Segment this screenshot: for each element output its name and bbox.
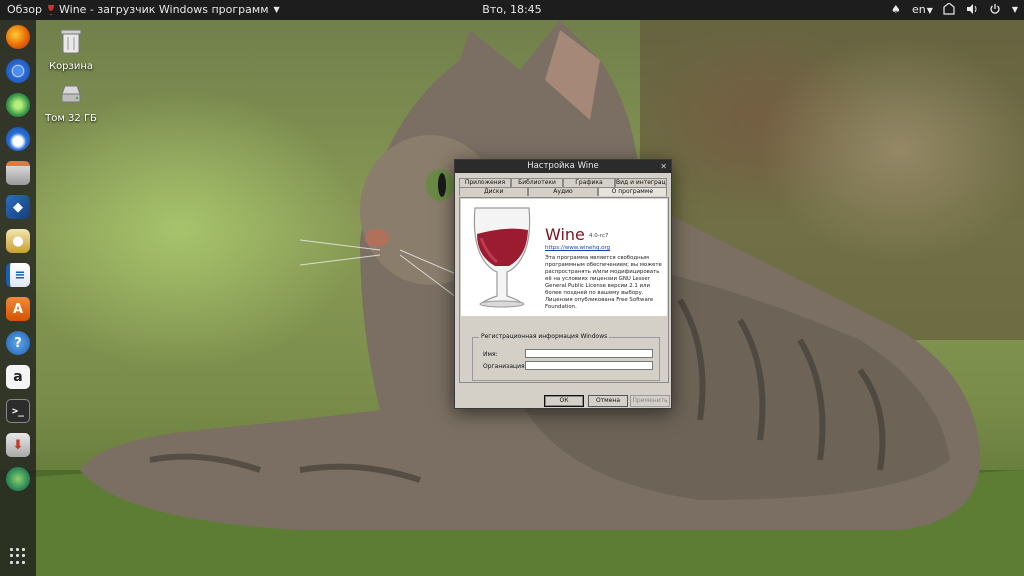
app-menu[interactable]: Wine - загрузчик Windows программ ▼ bbox=[47, 3, 280, 16]
dock: ◆ ● ≡ A ? a >_ ⬇ bbox=[0, 20, 36, 576]
tab-libraries[interactable]: Библиотеки bbox=[511, 178, 563, 187]
website-link[interactable]: https://www.winehq.org bbox=[545, 245, 610, 251]
top-panel: Обзор Wine - загрузчик Windows программ … bbox=[0, 0, 1024, 20]
dock-item-firefox[interactable] bbox=[4, 23, 32, 51]
dock-item-thunderbird[interactable] bbox=[4, 125, 32, 153]
close-icon[interactable]: ✕ bbox=[660, 160, 667, 173]
license-text: Эта программа является свободным програм… bbox=[545, 255, 662, 310]
tab-row-bottom: Диски Аудио О программе bbox=[459, 187, 667, 196]
app-version: 4.0-rc7 bbox=[589, 233, 609, 239]
owner-input[interactable] bbox=[525, 349, 653, 358]
virtualbox-icon: ◆ bbox=[6, 195, 30, 219]
tab-applications[interactable]: Приложения bbox=[459, 178, 511, 187]
power-icon[interactable] bbox=[988, 2, 1002, 16]
apply-button[interactable]: Применить bbox=[630, 395, 670, 407]
dock-item-help[interactable]: ? bbox=[4, 329, 32, 357]
dock-item-software[interactable]: A bbox=[4, 295, 32, 323]
desktop-icon-drive[interactable]: Том 32 ГБ bbox=[41, 80, 101, 124]
app-name: Wine bbox=[545, 225, 585, 244]
organization-input[interactable] bbox=[525, 361, 653, 370]
tab-row-top: Приложения Библиотеки Графика Вид и инте… bbox=[459, 178, 667, 187]
desktop-icon-label: Корзина bbox=[48, 61, 94, 72]
registration-legend: Регистрационная информация Windows bbox=[479, 333, 610, 340]
dock-item-rhythmbox[interactable]: ● bbox=[4, 227, 32, 255]
tab-graphics[interactable]: Графика bbox=[563, 178, 615, 187]
show-applications-button[interactable] bbox=[10, 548, 26, 564]
desktop-icon-trash[interactable]: Корзина bbox=[41, 28, 101, 72]
dialog-titlebar[interactable]: Настройка Wine ✕ bbox=[455, 160, 671, 173]
thunderbird-icon bbox=[6, 127, 30, 151]
chromium-icon bbox=[6, 59, 30, 83]
software-center-icon: A bbox=[6, 297, 30, 321]
chevron-down-icon: ▼ bbox=[273, 5, 280, 14]
writer-icon: ≡ bbox=[6, 263, 30, 287]
firefox-icon bbox=[6, 25, 30, 49]
atom-icon bbox=[6, 93, 30, 117]
volume-icon[interactable] bbox=[965, 2, 979, 16]
dock-item-virtualbox[interactable]: ◆ bbox=[4, 193, 32, 221]
chevron-down-icon: ▼ bbox=[926, 5, 933, 15]
wine-glass-icon bbox=[48, 4, 54, 15]
chevron-down-icon[interactable]: ▼ bbox=[1012, 5, 1018, 14]
wine-config-dialog: Настройка Wine ✕ Приложения Библиотеки Г… bbox=[454, 159, 672, 409]
cancel-button[interactable]: Отмена bbox=[588, 395, 628, 407]
dock-item-writer[interactable]: ≡ bbox=[4, 261, 32, 289]
amazon-icon: a bbox=[6, 365, 30, 389]
terminal-icon: >_ bbox=[6, 399, 30, 423]
installer-icon: ⬇ bbox=[6, 433, 30, 457]
dock-item-terminal[interactable]: >_ bbox=[4, 397, 32, 425]
dock-item-atom[interactable] bbox=[4, 91, 32, 119]
activities-button[interactable]: Обзор bbox=[7, 3, 42, 16]
tab-drives[interactable]: Диски bbox=[459, 187, 529, 196]
web-browser-icon bbox=[6, 467, 30, 491]
rhythmbox-icon: ● bbox=[6, 229, 30, 253]
organization-label: Организация: bbox=[483, 363, 527, 370]
desktop-icon-label: Том 32 ГБ bbox=[45, 113, 97, 124]
tab-desktop-integration[interactable]: Вид и интеграция bbox=[615, 178, 667, 187]
clock[interactable]: Вто, 18:45 bbox=[482, 3, 541, 16]
ok-button[interactable]: ОК bbox=[544, 395, 584, 407]
dock-item-files[interactable] bbox=[4, 159, 32, 187]
wine-glass-logo bbox=[473, 207, 531, 308]
help-icon: ? bbox=[6, 331, 30, 355]
tab-audio[interactable]: Аудио bbox=[528, 187, 598, 196]
network-icon[interactable] bbox=[942, 2, 956, 16]
dialog-title: Настройка Wine bbox=[527, 161, 599, 171]
accessibility-icon[interactable]: ♠ bbox=[889, 2, 903, 16]
system-tray: ♠ en▼ ▼ bbox=[889, 2, 1018, 16]
about-header: Wine 4.0-rc7 https://www.winehq.org Эта … bbox=[461, 199, 667, 316]
dock-item-chromium[interactable] bbox=[4, 57, 32, 85]
trash-icon bbox=[60, 29, 82, 54]
tab-about[interactable]: О программе bbox=[597, 187, 667, 196]
language-indicator[interactable]: en▼ bbox=[912, 3, 933, 16]
app-menu-title: Wine - загрузчик Windows программ bbox=[59, 3, 269, 16]
files-icon bbox=[6, 161, 30, 185]
about-panel: Wine 4.0-rc7 https://www.winehq.org Эта … bbox=[459, 197, 669, 383]
dock-item-installer[interactable]: ⬇ bbox=[4, 431, 32, 459]
dock-item-amazon[interactable]: a bbox=[4, 363, 32, 391]
owner-label: Имя: bbox=[483, 351, 498, 358]
dock-item-web-browser[interactable] bbox=[4, 465, 32, 493]
registration-group: Регистрационная информация Windows Имя: … bbox=[472, 333, 660, 381]
drive-icon bbox=[61, 85, 81, 103]
